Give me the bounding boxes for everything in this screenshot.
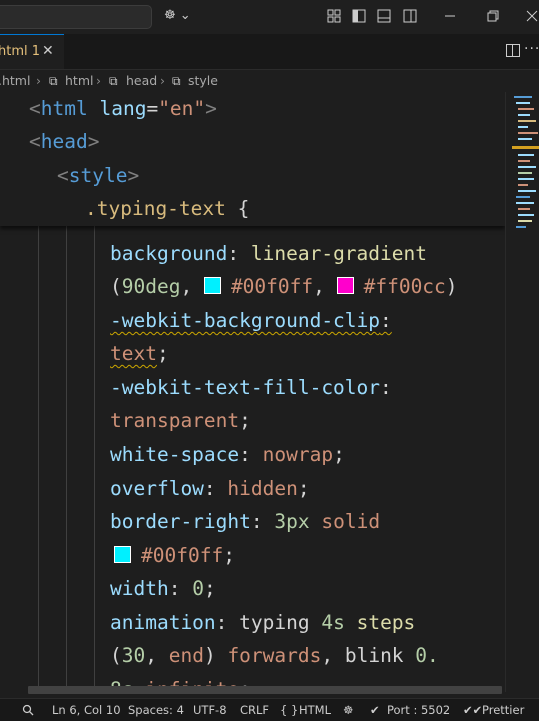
copilot-caret: ⌄ bbox=[179, 8, 191, 23]
code-line[interactable]: overflow: hidden; bbox=[110, 472, 310, 506]
status-bar: Ln 6, Col 10 Spaces: 4 UTF-8 CRLF { } HT… bbox=[0, 698, 539, 721]
minimap-line bbox=[518, 132, 538, 134]
minimap-line bbox=[516, 226, 526, 228]
language-mode-icon: { } bbox=[280, 703, 299, 717]
breadcrumb-separator: › bbox=[96, 73, 101, 88]
indent-guide bbox=[38, 226, 39, 692]
html-element-icon: ⧉ bbox=[49, 74, 58, 88]
code-line[interactable]: transparent; bbox=[110, 404, 251, 438]
editor-tab-bar: html 1 ✕ bbox=[0, 34, 539, 70]
tab-label: html 1 bbox=[0, 44, 41, 59]
sticky-line-selector[interactable]: .typing-text { bbox=[85, 192, 249, 226]
minimap[interactable] bbox=[505, 92, 539, 692]
minimap-line bbox=[516, 196, 530, 198]
split-editor-icon[interactable] bbox=[506, 44, 520, 57]
sticky-line-style[interactable]: <style> bbox=[57, 159, 139, 193]
code-line[interactable]: (30, end) forwards, blink 0. bbox=[110, 639, 439, 673]
code-line[interactable]: -webkit-background-clip: bbox=[110, 304, 392, 338]
customize-layout-icon[interactable] bbox=[327, 9, 341, 23]
code-line[interactable]: text; bbox=[110, 337, 169, 371]
live-server-port[interactable]: Port : 5502 bbox=[387, 699, 450, 721]
code-line[interactable]: -webkit-text-fill-color: bbox=[110, 371, 392, 405]
toggle-sidebar-icon[interactable] bbox=[352, 9, 366, 23]
minimap-line bbox=[518, 108, 534, 110]
indent-guide bbox=[66, 226, 67, 692]
tab-html[interactable]: html 1 ✕ bbox=[0, 34, 64, 69]
minimap-highlight bbox=[512, 146, 539, 149]
minimap-line bbox=[516, 102, 530, 104]
minimap-line bbox=[518, 208, 530, 210]
code-line[interactable]: (90deg, #00f0ff, #ff00cc) bbox=[110, 270, 458, 304]
prettier-icon: ✔✔ bbox=[463, 703, 483, 717]
minimap-line bbox=[518, 184, 528, 186]
toggle-panel-icon[interactable] bbox=[377, 9, 391, 23]
code-line[interactable]: border-right: 3px solid bbox=[110, 505, 380, 539]
breadcrumb-html[interactable]: html bbox=[65, 70, 93, 92]
cursor-position[interactable]: Ln 6, Col 10 bbox=[52, 699, 121, 721]
toggle-secondary-sidebar-icon[interactable] bbox=[403, 9, 417, 23]
minimap-line bbox=[514, 96, 532, 98]
color-swatch[interactable] bbox=[203, 277, 221, 294]
code-line[interactable]: background: linear-gradient bbox=[110, 237, 427, 271]
language-mode[interactable]: HTML bbox=[299, 699, 331, 721]
minimap-line bbox=[518, 166, 536, 168]
breadcrumb-separator: › bbox=[160, 73, 165, 88]
minimap-line bbox=[518, 160, 530, 162]
prettier-status[interactable]: Prettier bbox=[482, 699, 524, 721]
copilot-status-icon[interactable]: ☸ bbox=[343, 699, 353, 721]
minimize-icon[interactable] bbox=[443, 9, 457, 23]
breadcrumb-style[interactable]: style bbox=[188, 70, 218, 92]
breadcrumb-head[interactable]: head bbox=[126, 70, 157, 92]
sticky-line-html[interactable]: <html lang="en"> bbox=[29, 92, 217, 126]
horizontal-scrollbar[interactable] bbox=[28, 686, 502, 694]
minimap-line bbox=[518, 114, 530, 116]
code-line[interactable]: #00f0ff; bbox=[114, 539, 235, 573]
breadcrumb-separator: › bbox=[36, 73, 41, 88]
minimap-line bbox=[518, 178, 534, 180]
code-editor[interactable]: <html lang="en"> <head> <style> .typing-… bbox=[0, 92, 505, 692]
zoom-icon[interactable] bbox=[22, 699, 34, 721]
minimap-line bbox=[518, 138, 532, 140]
indentation[interactable]: Spaces: 4 bbox=[128, 699, 184, 721]
indent-guide bbox=[94, 226, 95, 692]
minimap-line bbox=[518, 172, 532, 174]
minimap-line bbox=[518, 190, 536, 192]
minimap-line bbox=[518, 214, 534, 216]
sticky-scroll-header: <html lang="en"> <head> <style> .typing-… bbox=[0, 92, 505, 226]
minimap-line bbox=[516, 202, 534, 204]
code-line[interactable]: white-space: nowrap; bbox=[110, 438, 345, 472]
copilot-menu[interactable]: ☸ ⌄ bbox=[164, 8, 191, 23]
breadcrumb: .html › ⧉ html › ⧉ head › ⧉ style bbox=[0, 70, 539, 92]
minimap-line bbox=[518, 126, 528, 128]
minimap-line bbox=[518, 120, 536, 122]
sticky-line-head[interactable]: <head> bbox=[29, 125, 99, 159]
title-bar: ☸ ⌄ bbox=[0, 0, 539, 34]
minimap-line bbox=[518, 154, 534, 156]
live-server-icon: ✔ bbox=[370, 703, 380, 717]
code-line[interactable]: animation: typing 4s steps bbox=[110, 606, 415, 640]
close-icon[interactable] bbox=[525, 9, 539, 23]
tab-close-icon[interactable]: ✕ bbox=[42, 43, 54, 59]
minimap-line bbox=[518, 220, 532, 222]
more-actions-icon[interactable]: ··· bbox=[524, 41, 539, 57]
breadcrumb-file[interactable]: .html bbox=[0, 70, 30, 92]
restore-icon[interactable] bbox=[486, 9, 500, 23]
end-of-line[interactable]: CRLF bbox=[240, 699, 269, 721]
color-swatch[interactable] bbox=[114, 546, 131, 563]
copilot-icon: ☸ bbox=[164, 8, 176, 23]
command-center-search[interactable] bbox=[0, 5, 152, 29]
head-element-icon: ⧉ bbox=[109, 74, 118, 88]
color-swatch[interactable] bbox=[336, 277, 354, 294]
code-line[interactable]: width: 0; bbox=[110, 572, 216, 606]
encoding[interactable]: UTF-8 bbox=[193, 699, 227, 721]
style-element-icon: ⧉ bbox=[172, 74, 181, 88]
